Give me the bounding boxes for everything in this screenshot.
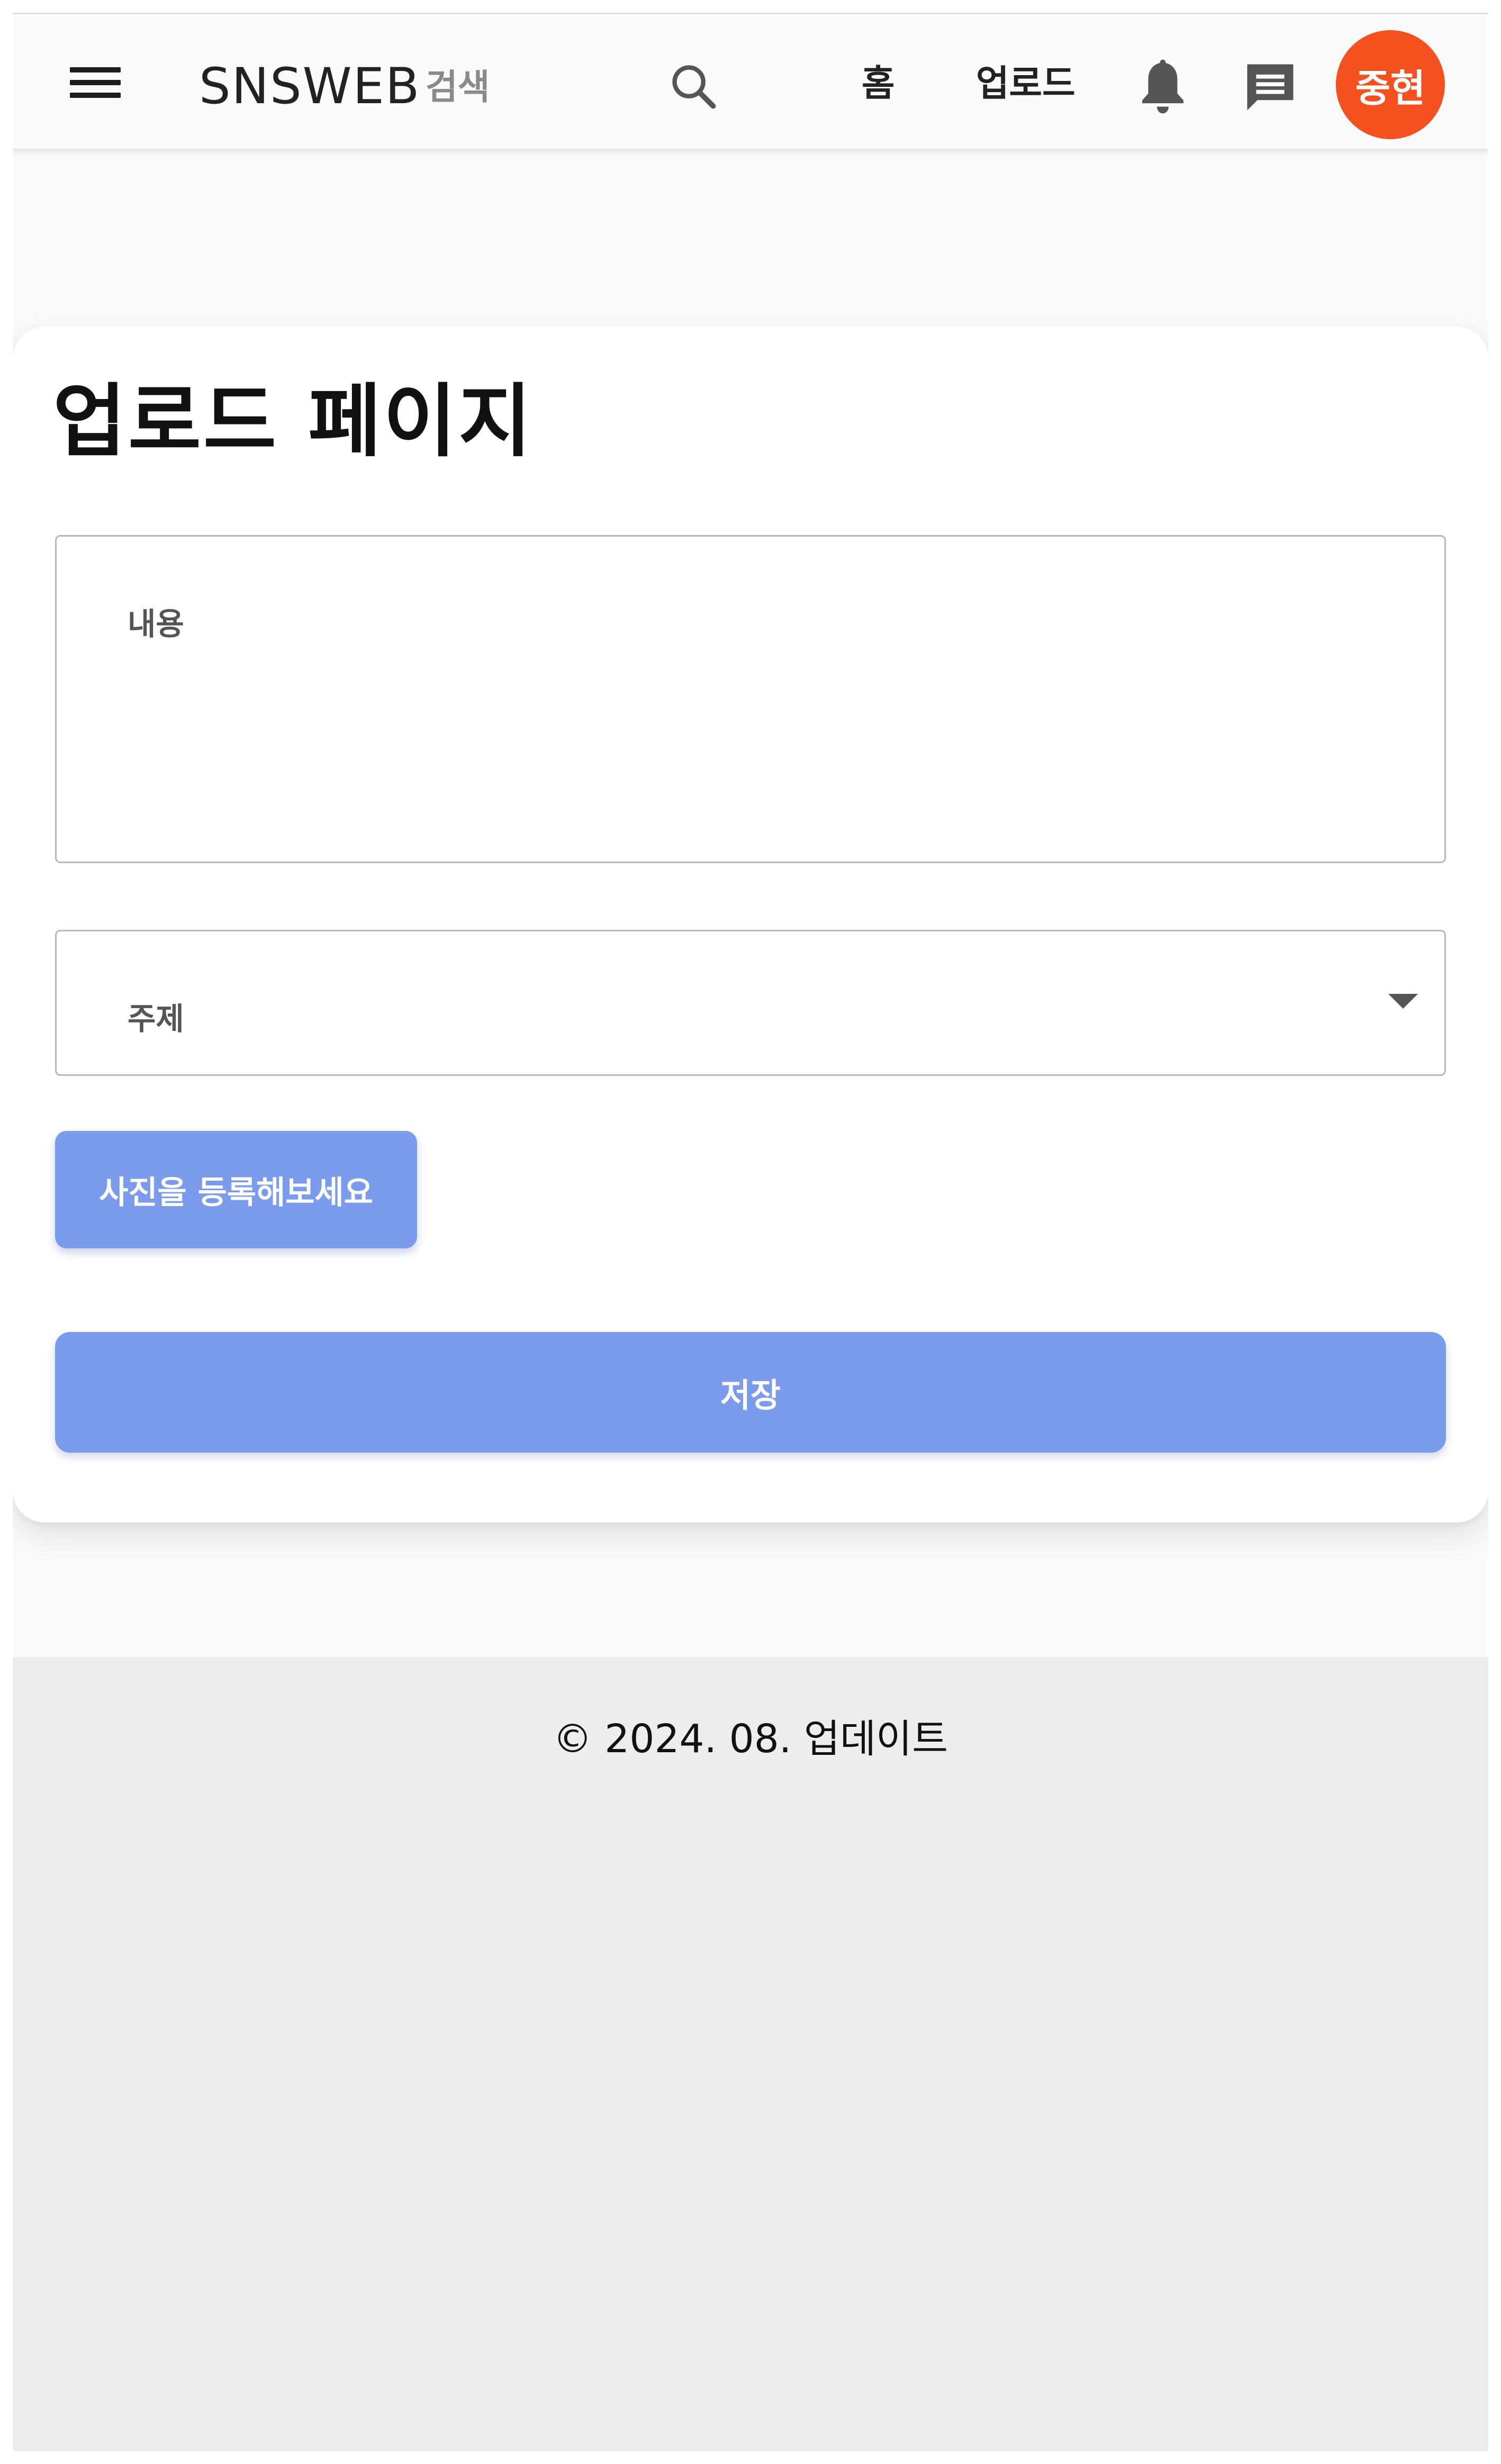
footer: © 2024. 08. 업데이트: [13, 1657, 1488, 2451]
bell-icon[interactable]: [1134, 55, 1192, 118]
upload-card: 업로드 페이지 내용 주제 사진을 등록해보세요 저장: [13, 327, 1488, 1523]
content-textarea[interactable]: 내용: [55, 535, 1446, 863]
topic-select[interactable]: 주제: [55, 930, 1446, 1076]
page-title: 업로드 페이지: [53, 376, 534, 468]
avatar[interactable]: 중현: [1336, 30, 1445, 139]
brand-logo[interactable]: SNSWEB: [199, 58, 420, 116]
top-app-bar: SNSWEB 검색 홈 업로드 중현: [13, 14, 1488, 149]
nav-upload-link[interactable]: 업로드: [976, 63, 1075, 105]
save-button[interactable]: 저장: [55, 1332, 1446, 1453]
app-frame: SNSWEB 검색 홈 업로드 중현 업로드 페이지 내용 주제 사진을 등록해…: [13, 13, 1488, 2451]
menu-icon[interactable]: [70, 64, 123, 101]
caret-down-icon: [1388, 994, 1418, 1009]
chat-icon[interactable]: [1240, 57, 1301, 118]
footer-copyright: © 2024. 08. 업데이트: [553, 1716, 948, 1762]
nav-home-link[interactable]: 홈: [862, 63, 895, 105]
content-field-label: 내용: [128, 606, 184, 642]
search-icon[interactable]: [667, 60, 720, 113]
topic-select-label: 주제: [128, 1001, 184, 1037]
search-label[interactable]: 검색: [426, 66, 490, 108]
add-photo-button[interactable]: 사진을 등록해보세요: [55, 1131, 417, 1248]
